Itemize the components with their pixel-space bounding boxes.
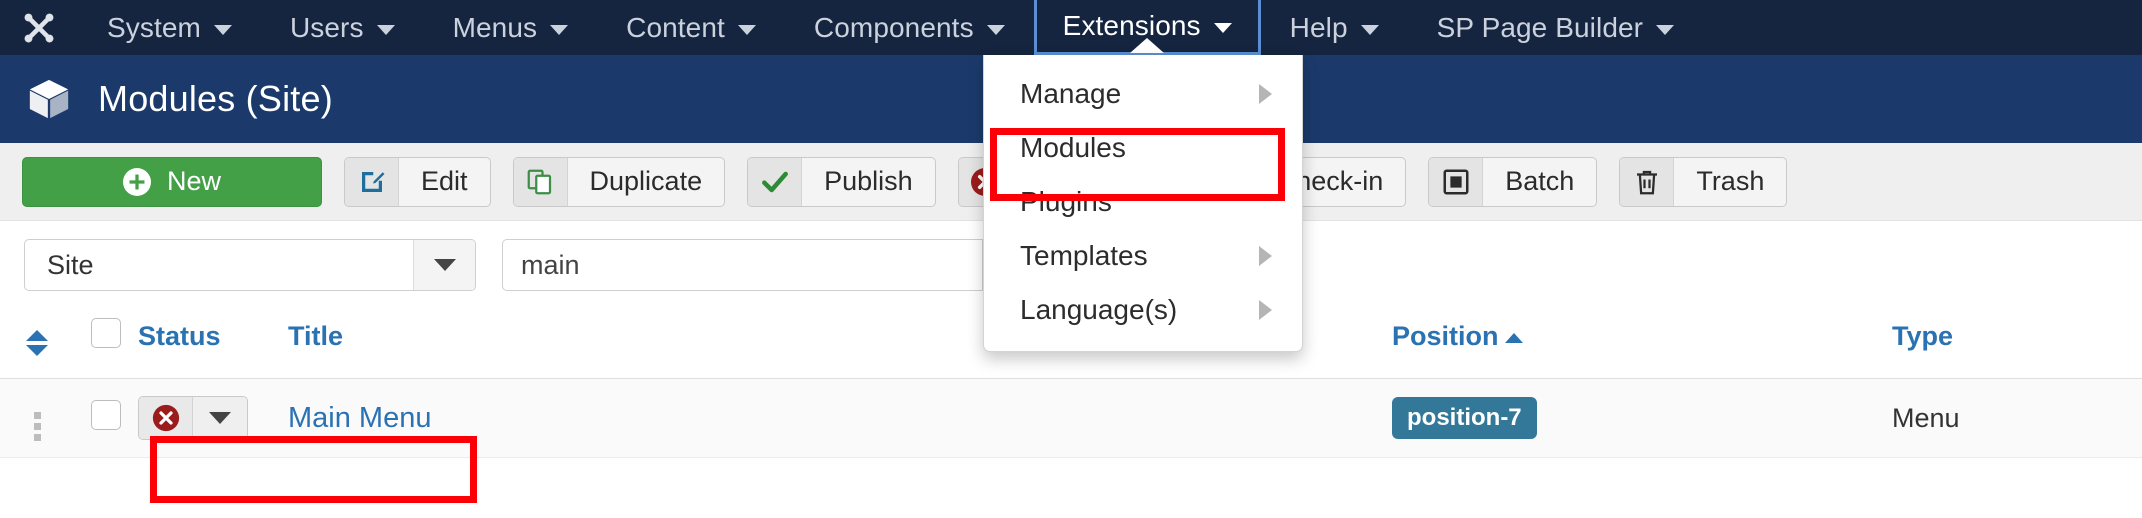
copy-icon: [513, 157, 568, 206]
dropdown-item-plugins[interactable]: Plugins: [984, 175, 1302, 229]
dropdown-item-label: Templates: [1020, 240, 1148, 271]
status-toggle-group[interactable]: [138, 396, 248, 440]
row-type-cell: Menu: [1892, 378, 2142, 458]
row-position-cell: position-7: [1392, 378, 1892, 458]
drag-handle-icon[interactable]: [33, 412, 41, 441]
dropdown-item-label: Plugins: [1020, 186, 1112, 217]
chevron-right-icon: [1259, 300, 1272, 320]
publish-button-label: Publish: [824, 166, 913, 196]
row-checkbox-cell: [74, 378, 138, 458]
nav-item-label: SP Page Builder: [1436, 11, 1644, 43]
nav-item-label: Users: [289, 11, 364, 43]
dropdown-pointer-arrow: [1130, 38, 1165, 53]
dropdown-item-templates[interactable]: Templates: [984, 229, 1302, 283]
search-group: [502, 239, 1056, 291]
row-status-cell: [138, 378, 288, 458]
module-title-link[interactable]: Main Menu: [288, 402, 431, 434]
site-select-value: Site: [47, 249, 94, 280]
row-title-cell: Main Menu: [288, 378, 1392, 458]
nav-item-help[interactable]: Help: [1261, 0, 1408, 55]
duplicate-button-label: Duplicate: [589, 166, 703, 196]
row-drag-handle-cell: [0, 378, 74, 458]
nav-item-content[interactable]: Content: [597, 0, 785, 55]
cube-icon: [26, 76, 72, 122]
nav-item-label: Components: [813, 11, 974, 43]
square-filled-icon: [1429, 157, 1484, 206]
nav-item-users[interactable]: Users: [261, 0, 424, 55]
table-body: Main Menu position-7 Menu: [0, 378, 2142, 458]
pencil-square-icon: [345, 157, 399, 206]
nav-item-menus[interactable]: Menus: [424, 0, 598, 55]
dropdown-item-languages[interactable]: Language(s): [984, 283, 1302, 337]
trash-icon: [1620, 157, 1675, 206]
nav-item-components[interactable]: Components: [785, 0, 1034, 55]
edit-button-label: Edit: [421, 166, 468, 196]
checkmark-icon: [748, 157, 803, 206]
column-header-position-label: Position: [1392, 321, 1499, 351]
duplicate-button[interactable]: Duplicate: [512, 156, 726, 207]
dropdown-item-label: Modules: [1020, 132, 1126, 163]
row-checkbox[interactable]: [91, 399, 121, 430]
trash-button-label: Trash: [1696, 166, 1765, 196]
nav-item-label: Menus: [452, 11, 538, 43]
chevron-right-icon: [1259, 84, 1272, 104]
site-client-select[interactable]: Site: [24, 239, 476, 291]
x-circle-unpublished-icon[interactable]: [139, 397, 193, 439]
chevron-down-icon: [986, 24, 1005, 35]
page-title: Modules (Site): [98, 78, 333, 119]
chevron-down-icon: [737, 24, 756, 35]
chevron-down-icon: [550, 24, 569, 35]
dropdown-item-manage[interactable]: Manage: [984, 67, 1302, 121]
sort-updown-icon[interactable]: [26, 330, 48, 356]
extensions-dropdown-menu: Manage Modules Plugins Templates Languag…: [983, 55, 1303, 352]
nav-item-label: Content: [626, 11, 725, 43]
table-row[interactable]: Main Menu position-7 Menu: [0, 378, 2142, 458]
nav-item-label: System: [107, 11, 201, 43]
chevron-down-icon: [1360, 24, 1379, 35]
navbar-items: System Users Menus Content Components Ex…: [78, 0, 1703, 55]
column-header-type[interactable]: Type: [1892, 309, 2142, 379]
trash-button[interactable]: Trash: [1619, 156, 1788, 207]
edit-button[interactable]: Edit: [344, 156, 491, 207]
column-header-status[interactable]: Status: [138, 309, 288, 379]
nav-item-extensions[interactable]: Extensions: [1033, 0, 1261, 55]
dropdown-item-modules[interactable]: Modules: [984, 121, 1302, 175]
column-header-position[interactable]: Position: [1392, 309, 1892, 379]
chevron-down-icon[interactable]: [413, 240, 475, 290]
chevron-down-icon: [1213, 23, 1232, 33]
dropdown-item-label: Manage: [1020, 78, 1122, 109]
chevron-down-icon: [213, 24, 232, 35]
sort-ascending-icon: [1504, 332, 1523, 343]
top-navbar: System Users Menus Content Components Ex…: [0, 0, 2142, 55]
new-button-label: New: [166, 166, 221, 196]
chevron-down-icon: [376, 24, 395, 35]
batch-button[interactable]: Batch: [1428, 156, 1598, 207]
position-badge: position-7: [1392, 397, 1537, 439]
chevron-down-icon: [1656, 24, 1675, 35]
column-header-ordering[interactable]: [0, 309, 74, 379]
nav-item-system[interactable]: System: [78, 0, 261, 55]
batch-button-label: Batch: [1505, 166, 1575, 196]
publish-button[interactable]: Publish: [747, 156, 936, 207]
search-input[interactable]: [502, 239, 982, 291]
dropdown-item-label: Language(s): [1020, 294, 1178, 325]
column-header-select-all[interactable]: [74, 309, 138, 379]
chevron-down-icon[interactable]: [193, 397, 247, 439]
nav-item-sp-page-builder[interactable]: SP Page Builder: [1408, 0, 1703, 55]
plus-circle-icon: [122, 167, 151, 196]
chevron-right-icon: [1259, 246, 1272, 266]
new-button[interactable]: New: [22, 156, 322, 207]
select-all-checkbox[interactable]: [91, 318, 121, 348]
joomla-logo-icon[interactable]: [0, 0, 78, 55]
nav-item-label: Help: [1289, 11, 1348, 43]
